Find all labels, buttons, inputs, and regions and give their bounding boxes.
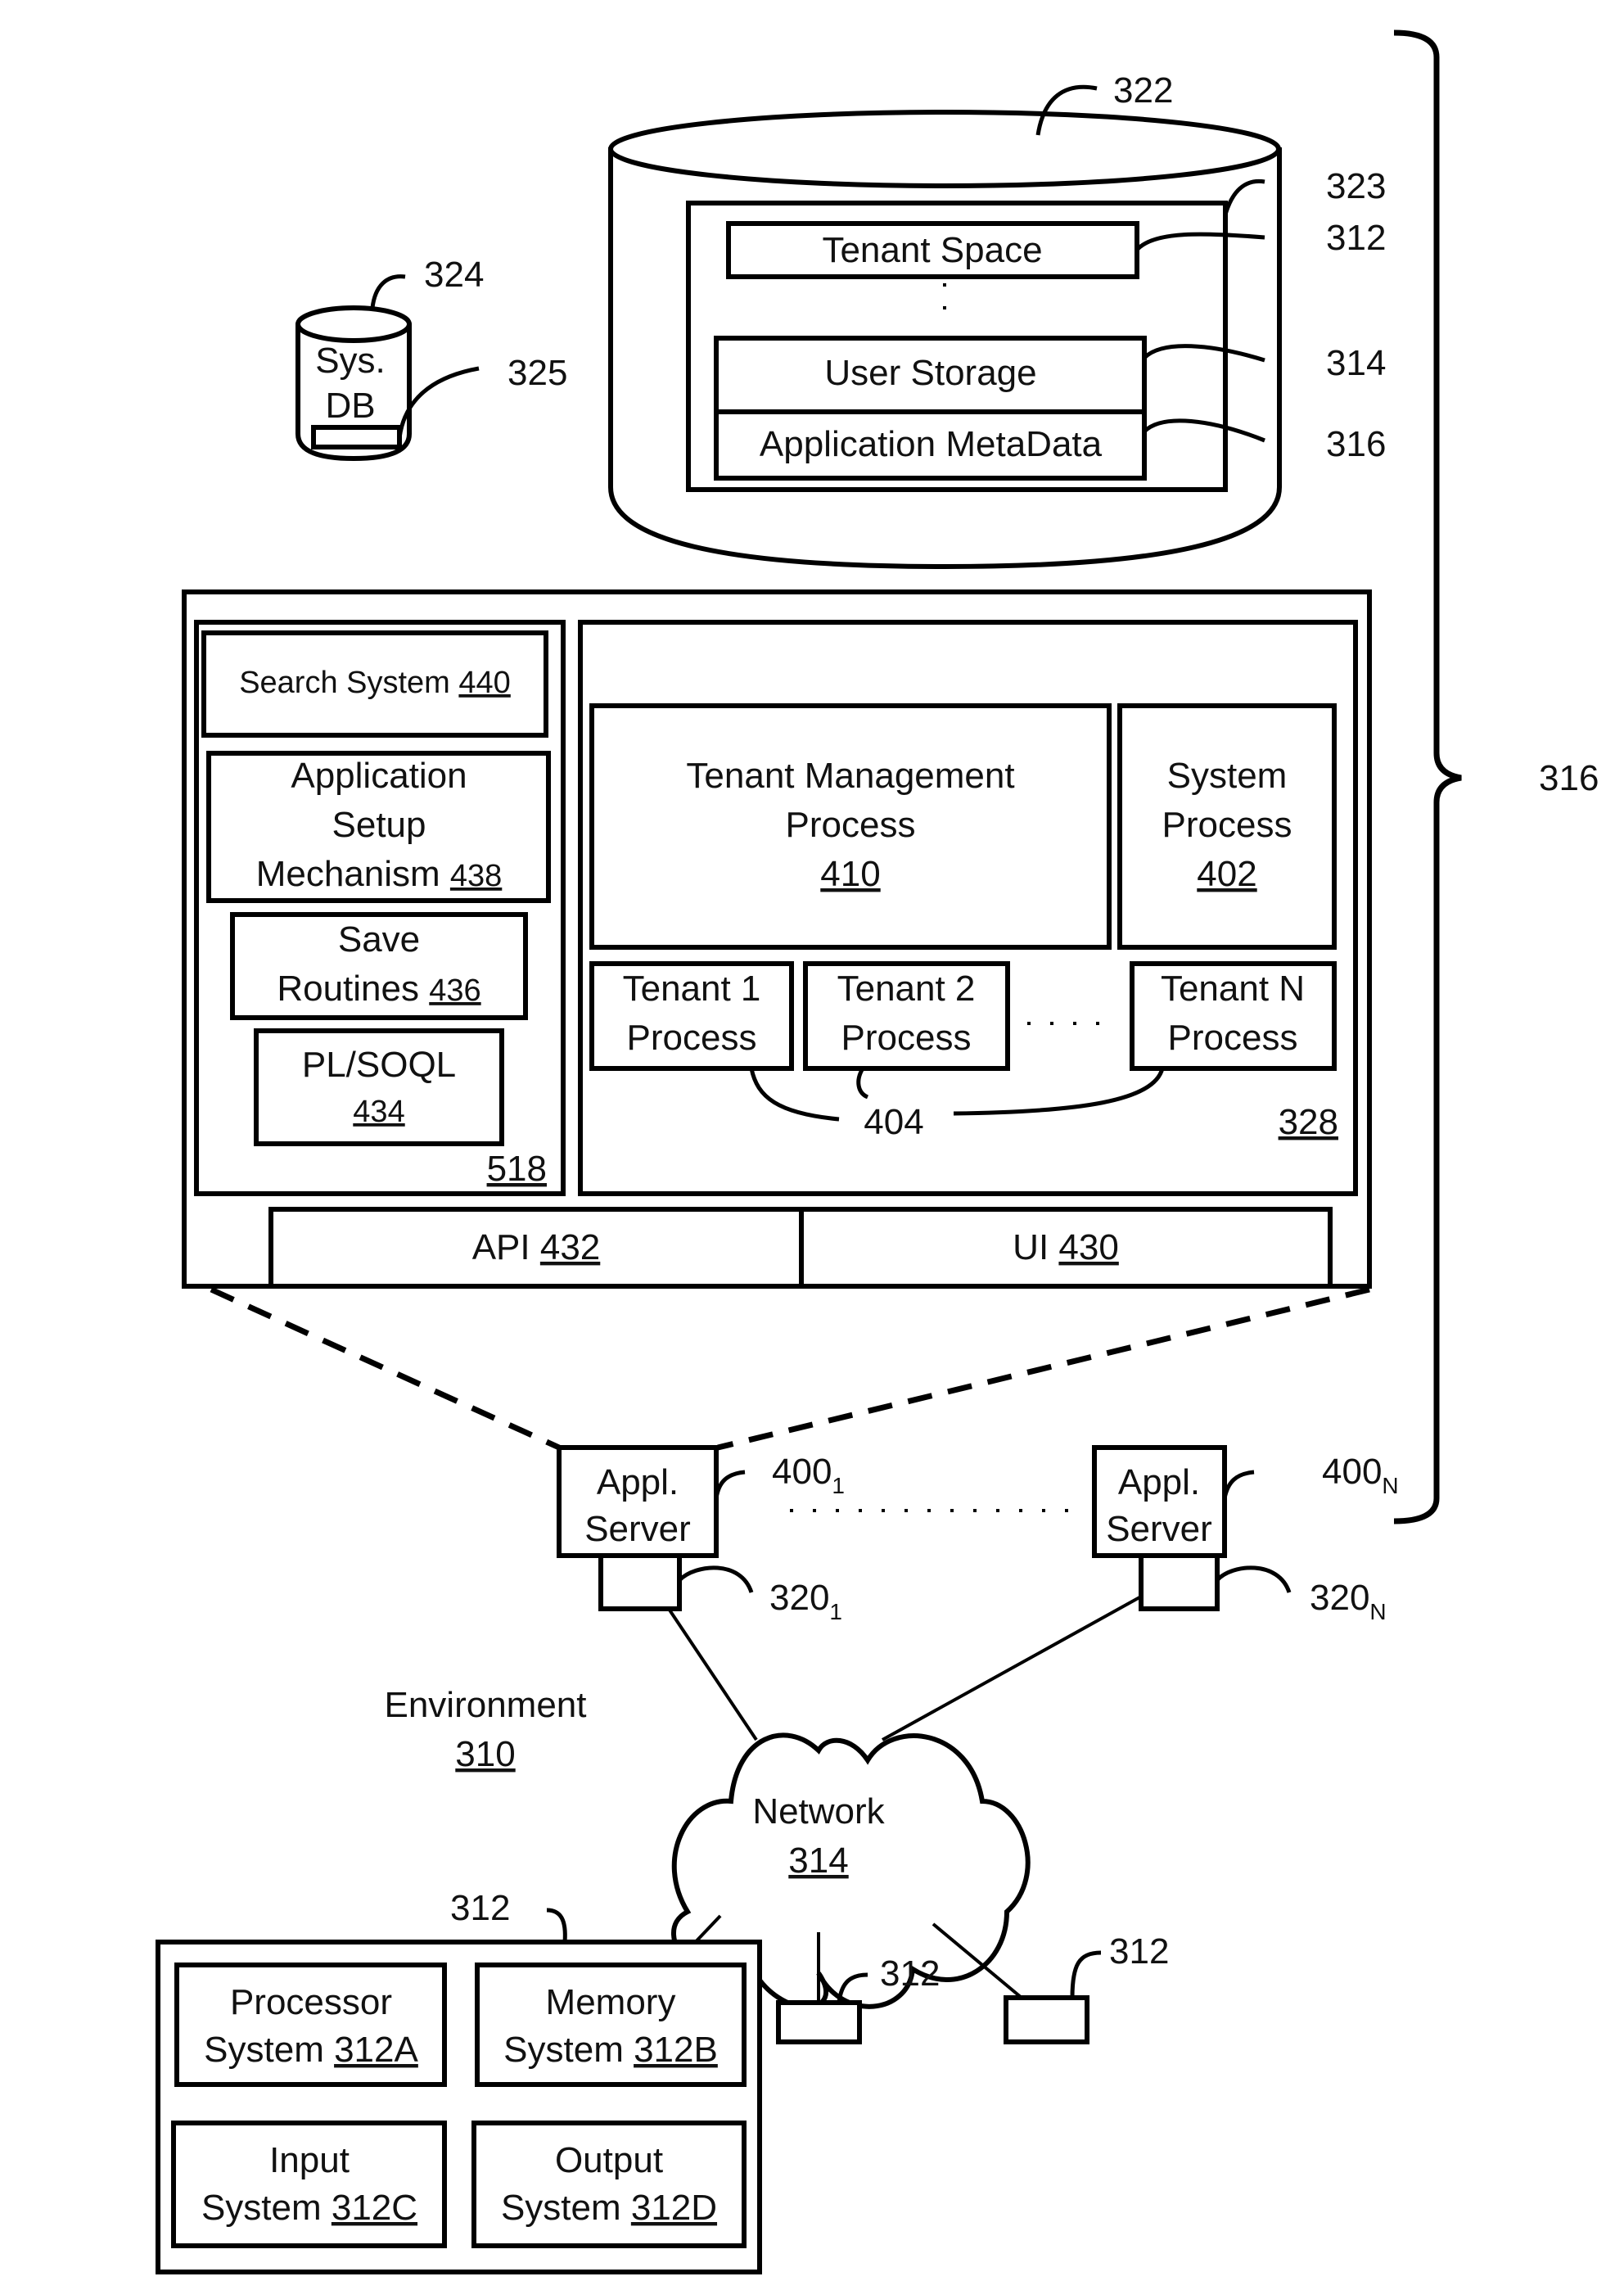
label-314-top: 314: [1326, 343, 1386, 383]
label-323: 323: [1326, 166, 1386, 206]
system-process-line2: Process: [1162, 805, 1292, 845]
save-routines-line1: Save: [338, 919, 420, 960]
memory-line2: System 312B: [503, 2030, 718, 2070]
app-server-1-line2: Server: [584, 1509, 691, 1549]
tenant1-line1: Tenant 1: [623, 969, 761, 1009]
system-process-ref: 402: [1197, 854, 1256, 894]
app-server-n-line1: Appl.: [1118, 1462, 1200, 1502]
label-404: 404: [864, 1102, 923, 1142]
leader-400-n: [1222, 1470, 1255, 1499]
output-line1: Output: [555, 2140, 663, 2180]
tenant-mgmt-ref: 410: [820, 854, 880, 894]
leader-312-client3: [1070, 1950, 1102, 1999]
tenant2-line1: Tenant 2: [837, 969, 976, 1009]
processor-line1: Processor: [230, 1982, 392, 2022]
expansion-line-right: [717, 1286, 1370, 1451]
application-server-detail: Search System 440 Application Setup Mech…: [182, 589, 1372, 1289]
label-324: 324: [424, 255, 484, 295]
label-400-n: 400N: [1322, 1452, 1399, 1498]
tenant-mgmt-line2: Process: [786, 805, 916, 845]
client-device-2: [776, 2000, 862, 2044]
input-line2: System 312C: [201, 2188, 417, 2228]
label-316-brace: 316: [1539, 758, 1599, 798]
sys-db-item: [311, 425, 402, 449]
label-312-top: 312: [1326, 218, 1386, 258]
label-320-n: 320N: [1310, 1578, 1387, 1624]
link-serverN-network: [882, 1595, 1142, 1741]
ui-text: UI 430: [1013, 1227, 1119, 1267]
leader-320-n: [1216, 1565, 1292, 1593]
app-server-1-line1: Appl.: [597, 1462, 679, 1502]
label-312-client2: 312: [880, 1954, 940, 1994]
app-setup-line3: Mechanism 438: [256, 854, 503, 894]
app-server-n-line2: Server: [1106, 1509, 1212, 1549]
port-320-1: [598, 1553, 682, 1611]
sys-db-line1: Sys.: [315, 341, 386, 381]
network-ref: 314: [788, 1841, 848, 1881]
processor-line2: System 312A: [204, 2030, 418, 2070]
environment-label: Environment: [384, 1685, 586, 1725]
link-server1-network: [667, 1607, 758, 1741]
label-518: 518: [487, 1149, 547, 1189]
label-400-1: 4001: [772, 1452, 845, 1498]
system-process-line1: System: [1167, 756, 1288, 796]
network-label: Network: [752, 1791, 885, 1832]
label-316-top: 316: [1326, 424, 1386, 464]
tenant-database: 322 323 Tenant Space 312 User Storage 31…: [608, 70, 1386, 570]
save-routines-line2: Routines 436: [277, 969, 480, 1009]
multi-tenant-environment-diagram: 322 323 Tenant Space 312 User Storage 31…: [156, 29, 1599, 2274]
client-device-3: [1004, 1995, 1089, 2044]
label-312-client3: 312: [1109, 1931, 1169, 1972]
brace-316: 316: [1393, 29, 1599, 1524]
leader-400-1: [714, 1470, 746, 1499]
tenant-mgmt-line1: Tenant Management: [686, 756, 1014, 796]
label-312-user: 312: [450, 1888, 510, 1928]
environment-ref: 310: [455, 1734, 515, 1774]
label-328: 328: [1279, 1102, 1338, 1142]
memory-line1: Memory: [546, 1982, 676, 2022]
system-database: Sys. DB 324 325: [295, 255, 567, 462]
output-line2: System 312D: [501, 2188, 717, 2228]
leader-320-1: [678, 1565, 754, 1593]
input-line1: Input: [269, 2140, 350, 2180]
leader-312-user: [546, 1908, 567, 1943]
plsoql-line1: PL/SOQL: [302, 1045, 456, 1085]
app-metadata-text: Application MetaData: [760, 424, 1103, 464]
tenant-space-text: Tenant Space: [822, 230, 1042, 270]
tenantN-line1: Tenant N: [1161, 969, 1305, 1009]
sys-db-line2: DB: [325, 386, 375, 426]
app-server-1: Appl. Server 4001 3201: [557, 1445, 845, 1624]
user-system-312: 312 Processor System 312A Memory System …: [156, 1888, 762, 2274]
search-system-text: Search System 440: [239, 666, 511, 700]
user-storage-text: User Storage: [824, 353, 1036, 393]
label-320-1: 3201: [769, 1578, 842, 1624]
label-322: 322: [1113, 70, 1173, 111]
leader-324: [370, 274, 406, 309]
tenant1-line2: Process: [627, 1018, 757, 1058]
label-325: 325: [508, 353, 567, 393]
expansion-line-left: [210, 1286, 561, 1451]
api-text: API 432: [472, 1227, 601, 1267]
port-320-n: [1139, 1553, 1220, 1611]
app-setup-line1: Application: [291, 756, 467, 796]
tenantN-line2: Process: [1168, 1018, 1298, 1058]
tenant2-line2: Process: [841, 1018, 972, 1058]
app-setup-line2: Setup: [332, 805, 426, 845]
plsoql-ref: 434: [353, 1095, 404, 1129]
